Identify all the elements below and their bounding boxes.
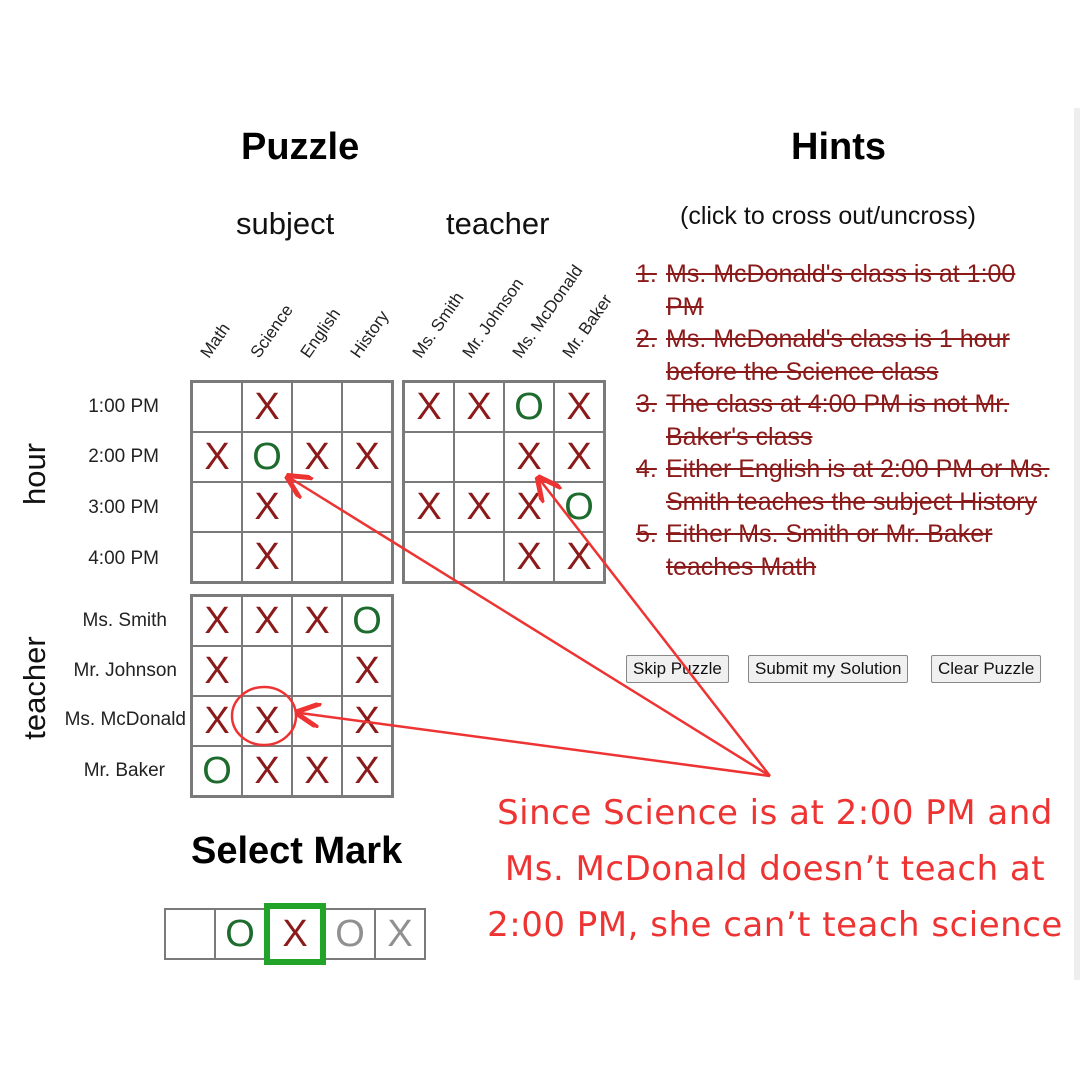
annotation-line: 2:00 PM, she can’t teach science [487,905,1063,945]
arrow-to-mcdonald-2pm [540,480,771,777]
mark-option-x[interactable]: X [264,903,326,965]
annotation-text: Since Science is at 2:00 PM and Ms. McDo… [480,785,1070,953]
arrow-to-mcdonald-science [300,713,771,778]
annotation-line: Ms. McDonald doesn’t teach at [504,849,1046,889]
arrow-to-science-2pm [290,478,771,778]
annotation-line: Since Science is at 2:00 PM and [497,793,1053,833]
highlight-circle [230,685,298,747]
